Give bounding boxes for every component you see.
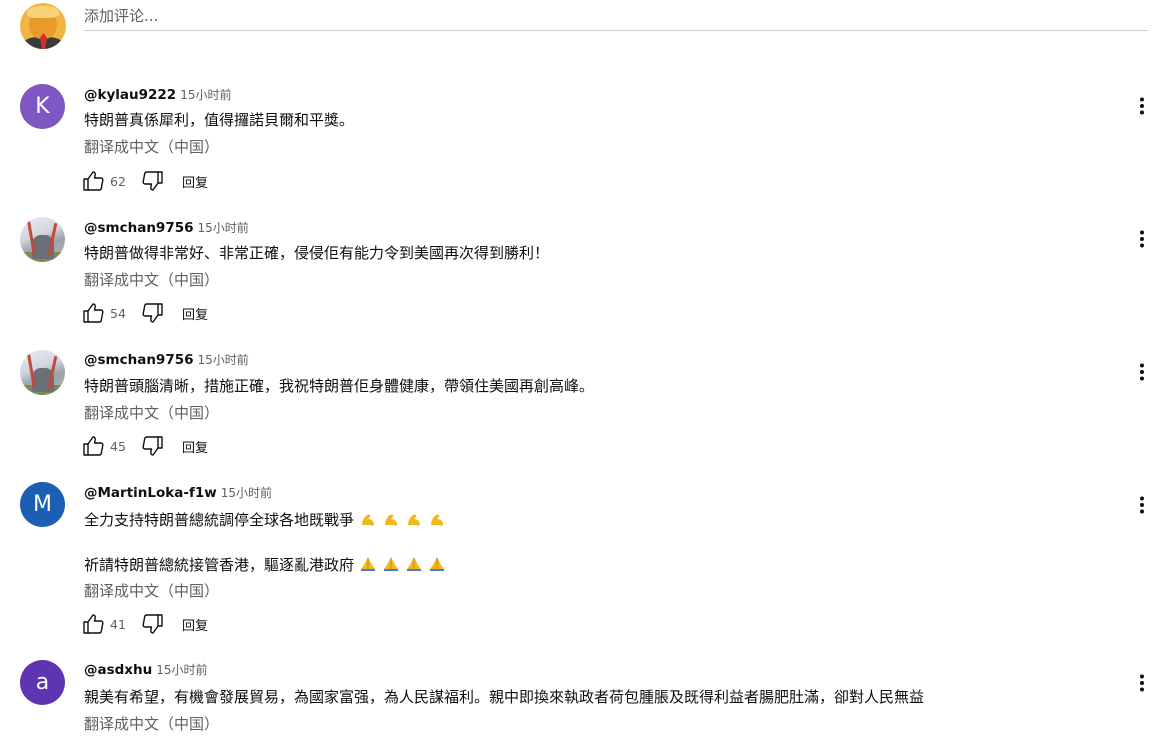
translate-link[interactable]: 翻译成中文（中国） (84, 713, 219, 734)
more-vertical-icon (1140, 674, 1144, 692)
comment-text: 親美有希望，有機會發展貿易，為國家富强，為人民謀福利。親中即換來執政者荷包腫脹及… (84, 688, 925, 706)
more-actions-button[interactable] (1132, 227, 1152, 251)
flexed-biceps-emoji (431, 514, 444, 526)
comment-author[interactable]: @smchan9756 (84, 352, 194, 368)
like-count: 41 (110, 616, 126, 632)
comment-time[interactable]: 15小时前 (156, 661, 207, 678)
avatar-letter: K (35, 94, 50, 119)
flexed-biceps-emoji (385, 514, 398, 526)
dislike-button[interactable] (140, 300, 166, 326)
more-vertical-icon (1140, 97, 1144, 115)
translate-link[interactable]: 翻译成中文（中国） (84, 580, 219, 601)
thumb-up-icon (83, 614, 104, 634)
folded-hands-emoji (384, 557, 399, 571)
comment-author[interactable]: @asdxhu (84, 662, 152, 678)
comment-time[interactable]: 15小时前 (198, 351, 249, 368)
more-actions-button[interactable] (1132, 94, 1152, 118)
thumb-down-icon (142, 303, 163, 323)
comment-time[interactable]: 15小时前 (198, 219, 249, 236)
comment-author[interactable]: @smchan9756 (84, 220, 194, 236)
comment-author[interactable]: @kylau9222 (84, 87, 176, 103)
translate-link[interactable]: 翻译成中文（中国） (84, 136, 219, 157)
folded-hands-emoji (430, 557, 445, 571)
thumb-up-icon (83, 171, 104, 191)
translate-link[interactable]: 翻译成中文（中国） (84, 402, 219, 423)
avatar-letter: M (33, 492, 52, 517)
like-count: 45 (110, 438, 126, 454)
more-actions-button[interactable] (1132, 360, 1152, 384)
avatar[interactable]: a (20, 660, 65, 705)
like-button[interactable] (80, 433, 106, 459)
more-vertical-icon (1140, 496, 1144, 514)
dislike-button[interactable] (140, 168, 166, 194)
thumb-up-icon (83, 303, 104, 323)
comment-text: 祈請特朗普總統接管香港，驅逐亂港政府 (84, 556, 355, 574)
folded-hands-emoji (361, 557, 376, 571)
more-actions-button[interactable] (1132, 493, 1152, 517)
comment-text-line: 全力支持特朗普總統調停全球各地既戰爭 (84, 509, 446, 530)
comment-text: 特朗普真係犀利，值得攞諾貝爾和平獎。 (84, 111, 355, 129)
avatar[interactable] (20, 217, 65, 262)
comment-text: 特朗普頭腦清晰，措施正確，我祝特朗普佢身體健康，帶領住美國再創高峰。 (84, 377, 595, 395)
more-vertical-icon (1140, 230, 1144, 248)
more-actions-button[interactable] (1132, 671, 1152, 695)
thumb-down-icon (142, 171, 163, 191)
like-count: 54 (110, 305, 126, 321)
avatar[interactable]: M (20, 482, 65, 527)
flexed-biceps-emoji (408, 514, 421, 526)
current-user-avatar (20, 3, 66, 49)
add-comment-input[interactable] (84, 0, 1148, 28)
add-comment-field[interactable] (84, 0, 1148, 31)
more-vertical-icon (1140, 363, 1144, 381)
avatar[interactable] (20, 350, 65, 395)
folded-hands-emoji (407, 557, 422, 571)
thumb-down-icon (142, 436, 163, 456)
comment-text: 特朗普做得非常好、非常正確，侵侵佢有能力令到美國再次得到勝利！ (84, 244, 550, 262)
dislike-button[interactable] (140, 611, 166, 637)
comment-text: 全力支持特朗普總統調停全球各地既戰爭 (84, 511, 355, 529)
avatar[interactable]: K (20, 84, 65, 129)
reply-button[interactable]: 回复 (182, 437, 208, 456)
thumb-down-icon (142, 614, 163, 634)
avatar-letter: a (35, 670, 50, 695)
comment-author[interactable]: @MartinLoka-f1w (84, 485, 217, 501)
reply-button[interactable]: 回复 (182, 304, 208, 323)
comment-time[interactable]: 15小时前 (221, 484, 272, 501)
reply-button[interactable]: 回复 (182, 172, 208, 191)
like-button[interactable] (80, 611, 106, 637)
like-count: 62 (110, 173, 126, 189)
comment-text-line: 祈請特朗普總統接管香港，驅逐亂港政府 (84, 554, 446, 575)
like-button[interactable] (80, 168, 106, 194)
thumb-up-icon (83, 436, 104, 456)
flexed-biceps-emoji (362, 514, 375, 526)
translate-link[interactable]: 翻译成中文（中国） (84, 269, 219, 290)
like-button[interactable] (80, 300, 106, 326)
comment-time[interactable]: 15小时前 (180, 86, 231, 103)
reply-button[interactable]: 回复 (182, 615, 208, 634)
dislike-button[interactable] (140, 433, 166, 459)
